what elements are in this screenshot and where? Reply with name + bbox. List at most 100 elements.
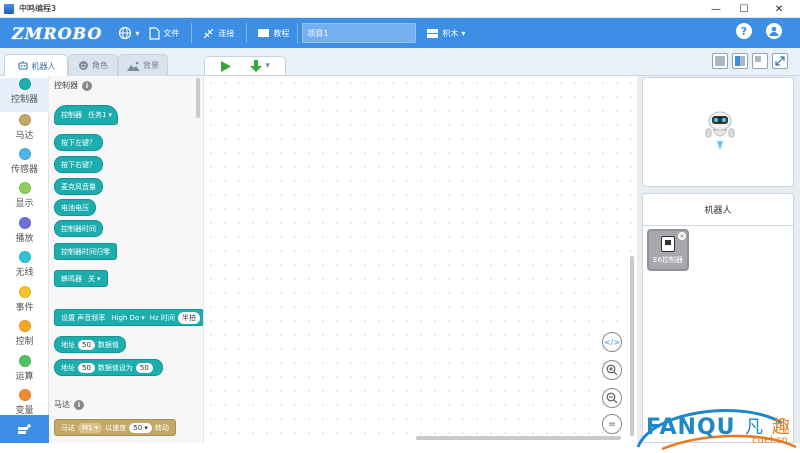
category-operators[interactable]: 运算 [0, 355, 49, 382]
category-play[interactable]: 播放 [0, 217, 49, 244]
zoom-out-button[interactable] [602, 388, 622, 408]
category-events[interactable]: 事件 [0, 286, 49, 313]
beat-dropdown[interactable]: 半拍 [177, 311, 200, 324]
watermark-text: FANQU [646, 415, 736, 440]
blocks-mode-label: 积木 [442, 28, 459, 38]
code-view-button[interactable]: </> [602, 332, 622, 352]
language-menu[interactable]: ▾ [118, 18, 139, 48]
block-timer[interactable]: 控制器时间 [54, 220, 103, 237]
block-right-pressed[interactable]: 按下右键？ [54, 156, 103, 173]
device-e6-controller[interactable]: E6控制器 × [647, 229, 689, 271]
block-left-pressed[interactable]: 按下左键？ [54, 134, 103, 151]
book-icon [258, 29, 270, 38]
workspace-hscrollbar[interactable] [416, 436, 621, 440]
close-button[interactable]: ✕ [758, 0, 800, 18]
globe-icon [119, 26, 132, 40]
zoom-in-button[interactable] [602, 360, 622, 380]
blocks-mode-menu[interactable]: 积木 ▾ [426, 18, 465, 48]
block-mic-volume[interactable]: 麦克风音量 [54, 178, 103, 195]
category-wireless[interactable]: 无线 [0, 251, 49, 278]
maximize-button[interactable]: ☐ [730, 0, 758, 18]
chevron-down-icon: ▾ [265, 61, 270, 71]
address-input[interactable]: 50 [78, 362, 95, 373]
blocks-icon [427, 28, 439, 38]
connect-label: 连接 [218, 28, 235, 38]
category-dot [18, 389, 31, 401]
layout-split-button[interactable] [732, 53, 748, 69]
divider [297, 23, 299, 43]
layout-stage-button[interactable] [752, 53, 768, 69]
category-control[interactable]: 控制 [0, 320, 49, 347]
add-extension-button[interactable] [0, 415, 49, 443]
category-display[interactable]: 显示 [0, 182, 49, 209]
expand-icon [775, 56, 785, 66]
tab-background-label: 背景 [143, 61, 159, 70]
help-button[interactable]: ? [736, 23, 752, 39]
user-button[interactable] [766, 23, 782, 39]
file-icon [149, 26, 161, 40]
window-title: 中鸣编程3 [19, 4, 57, 13]
block-battery[interactable]: 电池电压 [54, 199, 96, 216]
minimize-button[interactable]: — [702, 0, 730, 18]
category-dot [18, 148, 31, 160]
block-address-read[interactable]: 地址 50 数据值 [54, 336, 126, 353]
stage-preview[interactable] [642, 77, 794, 187]
project-name-input[interactable] [302, 23, 417, 43]
motor-port-dropdown[interactable]: M1 ▾ [78, 422, 103, 433]
file-label: 文件 [163, 28, 180, 38]
tab-role[interactable]: 角色 [68, 54, 118, 76]
category-dot [18, 355, 31, 367]
block-controller-task[interactable]: 控制器 任务1 ▾ [54, 105, 118, 125]
download-button[interactable]: ▾ [250, 59, 270, 73]
category-label: 马达 [15, 131, 34, 141]
logo: ZMROBO [12, 23, 103, 43]
category-controller[interactable]: 控制器 [0, 78, 49, 112]
zoom-out-icon [606, 392, 618, 404]
info-icon[interactable]: i [74, 399, 84, 410]
block-text: 控制器时间 [61, 224, 96, 233]
run-icon[interactable] [220, 60, 232, 73]
block-timer-reset[interactable]: 控制器时间归零 [54, 243, 117, 260]
category-label: 运算 [15, 372, 34, 382]
connect-menu[interactable]: 连接 [202, 18, 234, 48]
block-text: 以速度 [105, 423, 127, 432]
category-sensor[interactable]: 传感器 [0, 148, 49, 175]
block-address-write[interactable]: 地址 50 数据值设为 50 [54, 359, 163, 376]
block-dropdown-value: 关 [88, 274, 95, 283]
tutorial-menu[interactable]: 教程 [257, 18, 289, 48]
user-icon [769, 26, 779, 36]
block-buzzer[interactable]: 蜂鸣器关 ▾ [54, 270, 108, 287]
category-dot [18, 78, 31, 90]
category-motor[interactable]: 马达 [0, 114, 49, 141]
category-dot [18, 182, 31, 194]
category-label: 事件 [15, 303, 34, 313]
tab-background[interactable]: 背景 [118, 54, 168, 76]
controller-icon [661, 236, 675, 252]
block-tone[interactable]: 设置 声音频率 High Do ▾ Hz 时间 半拍 [54, 309, 203, 326]
script-workspace[interactable]: </> = [204, 76, 637, 443]
fullscreen-button[interactable] [772, 53, 788, 69]
block-motor-run[interactable]: 马达 M1 ▾ 以速度 50 ▾ 转动 [54, 419, 176, 436]
category-variables[interactable]: 变量 [0, 389, 49, 416]
zoom-reset-button[interactable]: = [602, 414, 622, 434]
tab-role-label: 角色 [92, 61, 108, 70]
chevron-down-icon: ▾ [135, 28, 140, 38]
value-input[interactable]: 50 [135, 362, 153, 373]
address-input[interactable]: 50 [78, 339, 95, 350]
category-label: 控制器 [10, 95, 38, 105]
tab-robot[interactable]: 机器人 [4, 54, 68, 77]
speed-input[interactable]: 50 ▾ [129, 422, 152, 433]
category-dot [18, 114, 31, 126]
block-text: 控制器 [61, 111, 82, 119]
chevron-down-icon: ▾ [141, 313, 145, 322]
info-icon[interactable]: i [82, 80, 92, 91]
note-dropdown[interactable]: High Do [111, 314, 139, 322]
block-text: 设置 声音频率 [61, 313, 106, 322]
block-text: 按下右键？ [61, 160, 96, 169]
palette-scrollbar[interactable] [196, 78, 200, 118]
remove-device-button[interactable]: × [678, 232, 686, 240]
block-text: 马达 [61, 423, 75, 432]
file-menu[interactable]: 文件 [149, 18, 179, 48]
smiley-icon [79, 61, 88, 70]
layout-full-button[interactable] [712, 53, 728, 69]
